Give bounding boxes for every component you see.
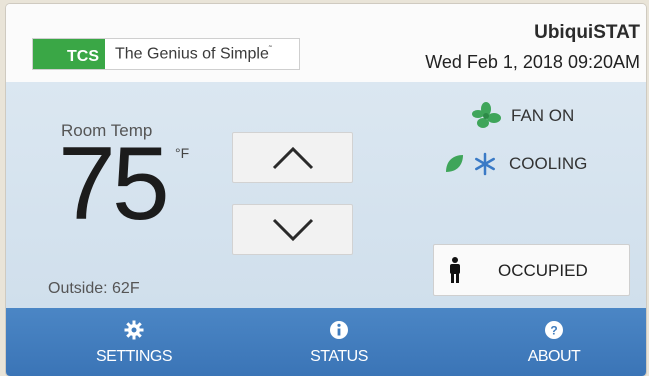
date-time: Wed Feb 1, 2018 09:20AM bbox=[425, 52, 640, 72]
brand-name: UbiquiSTAT bbox=[534, 22, 640, 43]
leaf-icon bbox=[446, 155, 463, 172]
temp-down-button[interactable] bbox=[232, 204, 353, 255]
chevron-up-icon bbox=[272, 146, 313, 169]
tagline-text: The Genius of Simple bbox=[115, 45, 269, 63]
main-panel: Room Temp 75 °F Outside: 62F FAN ON COOL… bbox=[6, 82, 646, 308]
nav-status-label: STATUS bbox=[310, 348, 368, 365]
temp-up-button[interactable] bbox=[232, 132, 353, 183]
gear-icon bbox=[124, 320, 144, 340]
logo-mark-text: TCS bbox=[67, 48, 99, 65]
occupancy-label: OCCUPIED bbox=[498, 261, 588, 280]
logo-mark: TCS bbox=[33, 39, 105, 69]
fan-icon bbox=[472, 102, 501, 128]
mode-status-label: COOLING bbox=[509, 154, 588, 173]
tagline: The Genius of Simple˜ bbox=[115, 44, 272, 63]
bottom-nav: SETTINGS STATUS ? ABOUT bbox=[6, 308, 646, 376]
nav-about[interactable]: ? ABOUT bbox=[474, 308, 634, 376]
logo: TCS The Genius of Simple˜ bbox=[32, 38, 300, 70]
occupancy-button[interactable]: OCCUPIED bbox=[433, 244, 630, 296]
snowflake-icon bbox=[475, 152, 495, 176]
person-icon bbox=[450, 257, 460, 283]
fan-status: FAN ON bbox=[471, 102, 574, 130]
svg-text:?: ? bbox=[550, 324, 557, 338]
fan-status-label: FAN ON bbox=[511, 106, 575, 125]
nav-status[interactable]: STATUS bbox=[259, 308, 419, 376]
chevron-down-icon bbox=[272, 218, 313, 241]
temp-unit: °F bbox=[175, 145, 190, 161]
room-temp-value: 75 bbox=[58, 126, 170, 242]
header: TCS The Genius of Simple˜ UbiquiSTAT Wed… bbox=[6, 4, 646, 82]
nav-settings[interactable]: SETTINGS bbox=[54, 308, 214, 376]
nav-settings-label: SETTINGS bbox=[95, 348, 173, 365]
thermostat-screen: TCS The Genius of Simple˜ UbiquiSTAT Wed… bbox=[6, 4, 646, 376]
mode-status: COOLING bbox=[443, 152, 587, 176]
info-icon bbox=[330, 321, 348, 339]
nav-about-label: ABOUT bbox=[527, 348, 581, 365]
outside-temp: Outside: 62F bbox=[48, 280, 140, 297]
help-icon: ? bbox=[545, 321, 563, 339]
